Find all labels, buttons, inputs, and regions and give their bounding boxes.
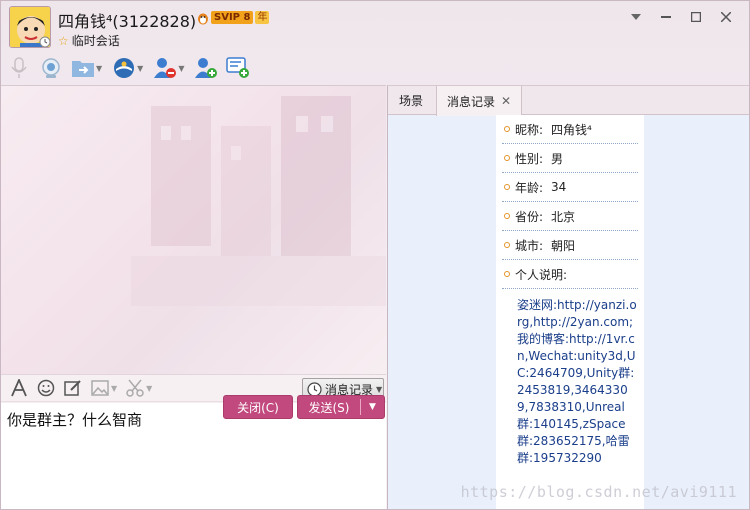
remove-contact-dropdown[interactable]: ▼ <box>178 64 184 73</box>
profile-label: 性别: <box>515 151 544 166</box>
screenshot-dropdown[interactable]: ▼ <box>146 384 152 393</box>
penguin-icon <box>198 13 208 24</box>
remote-assist-icon[interactable] <box>112 56 136 80</box>
profile-label: 省份: <box>515 209 544 224</box>
tab-scene-label: 场景 <box>398 94 423 108</box>
bullet-icon <box>504 155 510 161</box>
profile-value: 北京 <box>551 209 576 224</box>
chevron-down-icon: ▼ <box>376 384 383 394</box>
profile-row-nickname: 昵称: 四角钱⁴ <box>502 115 638 144</box>
session-type: ☆ 临时会话 <box>58 32 120 49</box>
chat-window: 四角钱⁴(3122828) SVIP 8 年 ☆ 临时会话 ▼ ▼ ▼ ▼ ▼ … <box>0 0 750 510</box>
bullet-icon <box>504 126 510 132</box>
chevron-down-icon[interactable] <box>621 7 651 27</box>
screenshot-scissors-icon[interactable] <box>125 378 145 398</box>
profile-value: 四角钱⁴ <box>551 122 592 137</box>
font-icon[interactable] <box>9 378 29 398</box>
image-icon[interactable] <box>90 378 110 398</box>
profile-label: 昵称: <box>515 122 544 137</box>
tab-scene[interactable]: 场景 <box>388 86 434 115</box>
file-transfer-dropdown[interactable]: ▼ <box>96 64 102 73</box>
contact-profile-card: 昵称: 四角钱⁴ 性别: 男 年龄: 34 省份: 北京 城市: 朝阳 个人说明… <box>496 115 644 509</box>
add-contact-icon[interactable] <box>194 56 218 80</box>
microphone-icon[interactable] <box>7 56 31 80</box>
close-button[interactable] <box>711 7 741 27</box>
svip-badge[interactable]: SVIP 8 年 <box>196 10 270 25</box>
profile-row-age: 年龄: 34 <box>502 173 638 202</box>
bullet-icon <box>504 271 510 277</box>
close-tab-icon[interactable]: ✕ <box>501 94 511 108</box>
star-icon: ☆ <box>58 33 69 48</box>
tab-message-history[interactable]: 消息记录 ✕ <box>436 86 522 116</box>
message-history-area[interactable] <box>1 86 386 374</box>
profile-value: 34 <box>551 180 567 194</box>
window-controls <box>621 7 741 27</box>
profile-label: 年龄: <box>515 180 544 195</box>
svip-year: 年 <box>255 11 270 24</box>
profile-row-gender: 性别: 男 <box>502 144 638 173</box>
message-input[interactable]: 你是群主？什么智商 <box>1 403 386 509</box>
maximize-button[interactable] <box>681 7 711 27</box>
emoji-icon[interactable] <box>36 378 56 398</box>
message-input-text[interactable]: 你是群主？什么智商 <box>7 409 142 430</box>
profile-label: 个人说明: <box>515 267 568 282</box>
edit-icon[interactable] <box>63 378 83 398</box>
profile-row-city: 城市: 朝阳 <box>502 231 638 260</box>
profile-row-bio: 个人说明: <box>502 260 638 289</box>
send-options-dropdown[interactable]: ▼ <box>361 402 384 412</box>
send-label: 发送(S) <box>308 400 350 415</box>
side-panel: 场景 消息记录 ✕ 昵称: 四角钱⁴ 性别: 男 年龄: 34 省份: 北京 城… <box>387 85 749 509</box>
svip-level: SVIP 8 <box>211 11 254 24</box>
send-button[interactable]: 发送(S) ▼ <box>297 395 385 419</box>
profile-value: 男 <box>551 151 564 166</box>
toolbar: ▼ ▼ ▼ <box>7 55 258 81</box>
bullet-icon <box>504 242 510 248</box>
profile-value: 朝阳 <box>551 238 576 253</box>
minimize-button[interactable] <box>651 7 681 27</box>
message-plus-icon[interactable] <box>226 56 250 80</box>
background-scenery-image <box>131 96 386 306</box>
remote-assist-dropdown[interactable]: ▼ <box>137 64 143 73</box>
chat-panel: ▼ ▼ 消息记录 ▼ 你是群主？什么智商 <box>1 85 386 509</box>
contact-name: 四角钱⁴(3122828) <box>58 12 197 31</box>
session-type-label: 临时会话 <box>71 34 120 48</box>
profile-label: 城市: <box>515 238 544 253</box>
video-camera-icon[interactable] <box>39 56 63 80</box>
image-dropdown[interactable]: ▼ <box>111 384 117 393</box>
side-tabs: 场景 消息记录 ✕ <box>388 86 749 116</box>
remove-contact-icon[interactable] <box>153 56 177 80</box>
tab-message-history-label: 消息记录 <box>446 94 495 109</box>
close-chat-button[interactable]: 关闭(C) <box>223 395 293 419</box>
bullet-icon <box>504 213 510 219</box>
file-transfer-icon[interactable] <box>71 56 95 80</box>
watermark-text: https://blog.csdn.net/avi9111 <box>460 483 737 501</box>
profile-bio-text: 姿迷网:http://yanzi.org,http://2yan.com;我的博… <box>517 298 637 465</box>
profile-row-province: 省份: 北京 <box>502 202 638 231</box>
bullet-icon <box>504 184 510 190</box>
contact-avatar[interactable] <box>9 6 51 48</box>
